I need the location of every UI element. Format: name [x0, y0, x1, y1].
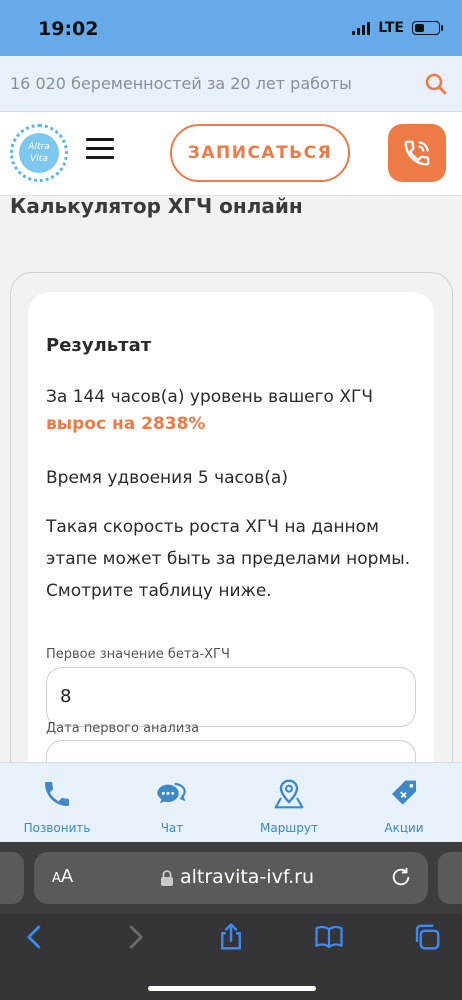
back-icon[interactable]: [20, 922, 50, 952]
logo-text-altra: Altra: [28, 142, 50, 152]
aa-large-label: A: [60, 866, 74, 887]
nav-call-label: Позвонить: [23, 821, 91, 835]
bookmarks-icon[interactable]: [314, 922, 344, 952]
status-indicators: LTE: [352, 20, 443, 36]
logo-text-vita: Vita: [30, 154, 48, 164]
nav-chat[interactable]: Чат: [117, 777, 227, 835]
search-text: 16 020 беременностей за 20 лет работы: [10, 74, 352, 93]
search-icon[interactable]: [424, 72, 448, 96]
reader-settings-button[interactable]: AA: [52, 866, 73, 887]
forward-icon[interactable]: [120, 922, 150, 952]
aa-small-label: A: [52, 871, 61, 886]
doubling-time: Время удвоения 5 часов(а): [46, 468, 288, 488]
growth-value: вырос на 2838%: [46, 414, 206, 434]
hamburger-menu-icon[interactable]: [86, 138, 114, 162]
tag-icon: [392, 780, 416, 805]
nav-promos-label: Акции: [384, 821, 424, 835]
result-line: За 144 часов(а) уровень вашего ХГЧ: [46, 387, 374, 407]
lock-icon: [161, 870, 173, 886]
site-header: Altra Vita ЗАПИСАТЬСЯ: [0, 112, 462, 196]
map-pin-icon: [274, 779, 304, 809]
nav-chat-label: Чат: [160, 821, 184, 835]
next-tab-preview[interactable]: [438, 852, 462, 904]
first-value-label: Первое значение бета-ХГЧ: [46, 647, 230, 662]
result-heading: Результат: [46, 335, 152, 356]
logo[interactable]: Altra Vita: [10, 124, 68, 182]
signal-icon: [352, 21, 371, 35]
bottom-nav: Позвонить Чат Маршрут Акции: [0, 762, 462, 842]
share-icon[interactable]: [216, 922, 246, 952]
reload-icon[interactable]: [390, 866, 412, 888]
url-text: altravita-ivf.ru: [180, 866, 315, 888]
network-label: LTE: [378, 20, 404, 36]
home-indicator: [148, 986, 316, 991]
tabs-icon[interactable]: [412, 922, 442, 952]
nav-route-label: Маршрут: [259, 821, 318, 835]
first-value-input[interactable]: 8: [46, 667, 416, 727]
nav-route[interactable]: Маршрут: [234, 777, 344, 835]
status-bar: 19:02 LTE: [0, 0, 462, 56]
call-button[interactable]: [388, 124, 446, 182]
battery-icon: [412, 21, 443, 35]
first-date-label: Дата первого анализа: [46, 721, 200, 736]
phone-ringing-icon: [404, 140, 430, 166]
nav-promos[interactable]: Акции: [349, 777, 459, 835]
logo-mark: Altra Vita: [19, 133, 59, 173]
url-field[interactable]: AA altravita-ivf.ru: [34, 852, 428, 904]
status-time: 19:02: [38, 18, 99, 40]
previous-tab-preview[interactable]: [0, 852, 24, 904]
warning-text: Такая скорость роста ХГЧ на данном этапе…: [46, 517, 411, 601]
browser-address-bar: AA altravita-ivf.ru: [0, 842, 462, 914]
phone-icon: [45, 782, 69, 806]
signup-button[interactable]: ЗАПИСАТЬСЯ: [170, 124, 350, 182]
search-bar[interactable]: 16 020 беременностей за 20 лет работы: [0, 56, 462, 112]
nav-call[interactable]: Позвонить: [2, 777, 112, 835]
chat-icon: [157, 782, 186, 804]
page-title: Калькулятор ХГЧ онлайн: [10, 194, 303, 218]
